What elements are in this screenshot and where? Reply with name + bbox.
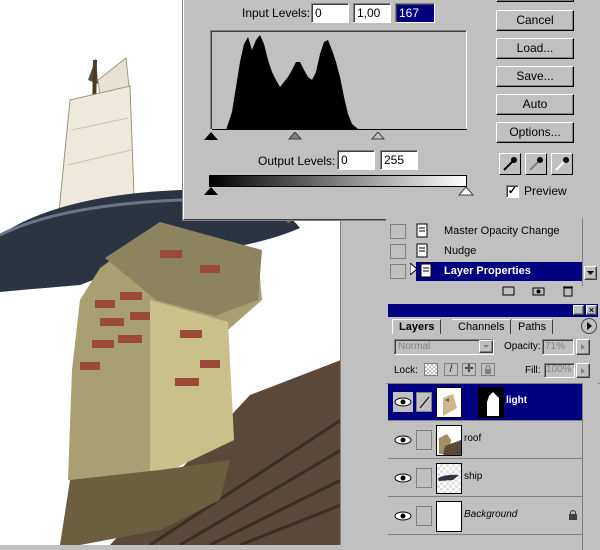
blend-mode-select[interactable]: Normal xyxy=(394,339,494,355)
preview-label: Preview xyxy=(524,184,567,198)
gray-eyedropper-button[interactable] xyxy=(525,153,547,175)
visibility-eye-icon[interactable] xyxy=(393,392,413,412)
history-snapshot-box xyxy=(390,264,406,279)
lock-position-move-icon[interactable]: ✛ xyxy=(462,363,476,376)
fill-label: Fill: xyxy=(525,365,541,376)
layers-palette: × Layers Channels Paths Normal Opacity: … xyxy=(386,300,600,550)
input-levels-label: Input Levels: xyxy=(242,6,311,20)
fill-slider-toggle[interactable] xyxy=(576,363,590,378)
visibility-eye-icon[interactable] xyxy=(393,506,413,526)
mask-link-icon xyxy=(468,393,476,411)
lock-transparency-icon[interactable] xyxy=(424,363,438,376)
gray-eyedropper-icon xyxy=(529,157,543,171)
opacity-slider-toggle[interactable] xyxy=(576,339,590,355)
layer-row-light[interactable]: light xyxy=(388,384,582,421)
tab-paths[interactable]: Paths xyxy=(512,319,554,334)
history-state-icon xyxy=(420,263,434,282)
chevron-down-icon xyxy=(479,340,493,353)
layers-scrollbar[interactable] xyxy=(582,383,598,550)
output-white-field[interactable]: 255 xyxy=(380,150,418,170)
layer-thumbnail xyxy=(436,501,462,532)
output-levels-label: Output Levels: xyxy=(258,154,336,168)
visibility-eye-icon[interactable] xyxy=(393,430,413,450)
layer-thumbnail xyxy=(436,425,462,456)
new-document-from-state-icon[interactable] xyxy=(502,286,516,297)
histogram xyxy=(210,30,467,130)
palette-title-bar[interactable]: × xyxy=(388,304,598,317)
new-snapshot-icon[interactable] xyxy=(532,286,546,297)
input-sliders[interactable] xyxy=(204,132,474,142)
palette-menu-button[interactable] xyxy=(581,318,597,334)
history-snapshot-box xyxy=(390,224,406,239)
scroll-down-icon[interactable] xyxy=(584,266,597,280)
black-eyedropper-button[interactable] xyxy=(499,153,521,175)
layer-name: roof xyxy=(464,433,482,444)
layer-thumbnail xyxy=(436,463,462,494)
cancel-button[interactable]: Cancel xyxy=(496,10,574,31)
visibility-eye-icon[interactable] xyxy=(393,468,413,488)
lock-icon xyxy=(568,509,578,521)
chevron-right-icon xyxy=(581,368,585,374)
minimize-icon[interactable] xyxy=(573,305,584,315)
trash-icon[interactable] xyxy=(562,285,574,297)
layer-thumbnail xyxy=(436,387,462,418)
layer-row-ship[interactable]: ship xyxy=(388,460,582,497)
tab-channels[interactable]: Channels xyxy=(452,319,512,334)
opacity-label: Opacity: xyxy=(504,341,541,352)
layer-link-box[interactable] xyxy=(416,430,432,450)
load-button[interactable]: Load... xyxy=(496,38,574,59)
blend-mode-value: Normal xyxy=(398,341,431,352)
auto-button[interactable]: Auto xyxy=(496,94,574,115)
history-panel: Master Opacity Change Nudge Layer Proper… xyxy=(386,218,600,300)
layer-list: light roof ship Background xyxy=(386,383,600,550)
black-eyedropper-icon xyxy=(503,157,517,171)
ok-button[interactable] xyxy=(496,0,574,2)
opacity-field[interactable]: 71% xyxy=(542,339,574,355)
output-sliders[interactable] xyxy=(204,187,474,197)
layer-row-background[interactable]: Background xyxy=(388,498,582,535)
input-white-field[interactable]: 167 xyxy=(395,3,435,23)
layer-row-roof[interactable]: roof xyxy=(388,422,582,459)
tab-layers[interactable]: Layers xyxy=(392,319,442,334)
levels-dialog: Input Levels: 0 1,00 167 Output Levels: … xyxy=(183,0,600,220)
chevron-right-icon xyxy=(581,344,585,350)
layer-name: Background xyxy=(464,509,518,520)
layer-link-box[interactable] xyxy=(416,468,432,488)
history-item-selected[interactable]: Layer Properties xyxy=(416,262,582,281)
output-black-field[interactable]: 0 xyxy=(337,150,375,170)
histogram-graph xyxy=(212,35,467,130)
options-button[interactable]: Options... xyxy=(496,122,574,143)
layer-name: ship xyxy=(464,471,483,482)
layer-name: light xyxy=(506,395,528,406)
history-item[interactable]: Nudge xyxy=(386,241,582,261)
lock-all-icon[interactable] xyxy=(481,363,495,376)
white-eyedropper-icon xyxy=(555,157,569,171)
close-icon[interactable]: × xyxy=(586,305,597,315)
output-gradient-bar xyxy=(209,175,467,187)
input-gamma-field[interactable]: 1,00 xyxy=(353,3,391,23)
history-snapshot-box xyxy=(390,244,406,259)
white-eyedropper-button[interactable] xyxy=(551,153,573,175)
lock-label: Lock: xyxy=(394,365,418,376)
history-item[interactable]: Master Opacity Change xyxy=(386,221,582,241)
layer-link-box[interactable] xyxy=(416,506,432,526)
history-state-icon xyxy=(416,243,430,259)
palette-menu-arrow-icon xyxy=(587,322,592,330)
brush-edit-icon[interactable] xyxy=(416,392,432,412)
layer-mask-thumbnail[interactable] xyxy=(478,387,504,418)
history-state-icon xyxy=(416,223,430,239)
history-item-label: Layer Properties xyxy=(444,265,531,277)
preview-checkbox[interactable]: ✓ xyxy=(506,185,519,198)
input-black-field[interactable]: 0 xyxy=(311,3,349,23)
fill-field[interactable]: 100% xyxy=(544,363,575,378)
lock-image-brush-icon[interactable]: / xyxy=(444,363,458,376)
history-item-label: Nudge xyxy=(444,245,477,257)
save-button[interactable]: Save... xyxy=(496,66,574,87)
history-item-label: Master Opacity Change xyxy=(444,225,560,237)
history-scrollbar[interactable] xyxy=(582,218,598,286)
